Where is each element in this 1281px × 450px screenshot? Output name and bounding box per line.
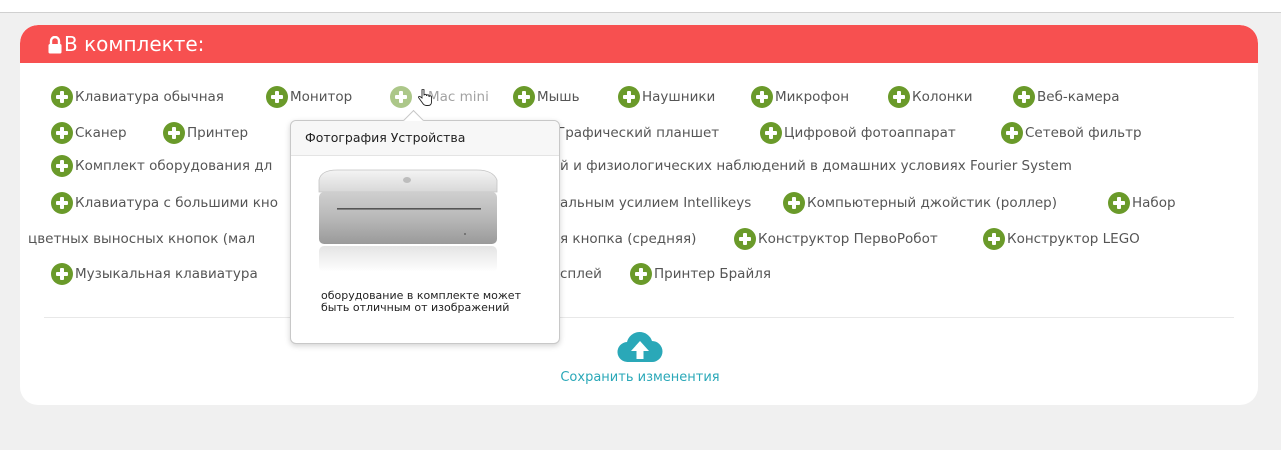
cloud-upload-icon xyxy=(617,330,663,368)
item-label-graphics-tablet[interactable]: Графический планшет xyxy=(557,125,719,141)
save-changes-label: Сохранить изменентия xyxy=(560,370,720,385)
item-label: Клавиатура обычная xyxy=(75,89,224,105)
item-label: Микрофон xyxy=(775,89,850,105)
plus-circle-icon xyxy=(51,155,73,177)
popover-note: оборудование в комплекте может быть отли… xyxy=(321,289,521,314)
add-item-braille-printer[interactable]: Принтер Брайля xyxy=(630,262,771,286)
item-label: Монитор xyxy=(290,89,353,105)
add-item-speakers[interactable]: Колонки xyxy=(888,85,973,109)
item-label-button-set-tail[interactable]: цветных выносных кнопок (мал xyxy=(28,231,255,247)
item-label: Сканер xyxy=(75,125,127,141)
item-label: Колонки xyxy=(912,89,973,105)
add-item-keyboard[interactable]: Клавиатура обычная xyxy=(51,85,224,109)
top-bar xyxy=(0,0,1281,13)
add-item-microphone[interactable]: Микрофон xyxy=(751,85,849,109)
popover-title: Фотография Устройства xyxy=(291,121,559,156)
add-item-button-set[interactable]: Набор xyxy=(1108,191,1176,215)
add-item-joystick[interactable]: Компьютерный джойстик (роллер) xyxy=(783,191,1057,215)
save-changes-button[interactable]: Сохранить изменентия xyxy=(540,330,740,385)
equipment-list: Клавиатура обычная Монитор Mac mini Мышь… xyxy=(20,25,1258,325)
plus-circle-icon xyxy=(983,228,1005,250)
divider xyxy=(44,317,1234,318)
plus-circle-icon xyxy=(618,86,640,108)
add-item-lego[interactable]: Конструктор LEGO xyxy=(983,227,1140,251)
add-item-large-keys-keyboard[interactable]: Клавиатура с большими кно xyxy=(51,191,278,215)
item-label: Конструктор ПервоРобот xyxy=(758,231,938,247)
item-label: Принтер xyxy=(187,125,249,141)
item-label: Конструктор LEGO xyxy=(1007,231,1140,247)
equipment-card: В комплекте: Клавиатура обычная Монитор … xyxy=(20,25,1258,405)
add-item-power-filter[interactable]: Сетевой фильтр xyxy=(1001,121,1142,145)
add-item-scanner[interactable]: Сканер xyxy=(51,121,127,145)
plus-circle-icon xyxy=(1108,192,1130,214)
add-item-mac-mini[interactable]: Mac mini xyxy=(390,85,489,109)
plus-circle-icon xyxy=(1001,122,1023,144)
plus-circle-icon xyxy=(390,86,412,108)
device-photo xyxy=(307,166,545,278)
add-item-printer[interactable]: Принтер xyxy=(163,121,248,145)
plus-circle-icon xyxy=(51,263,73,285)
plus-circle-icon xyxy=(1013,86,1035,108)
item-label-fourier-tail[interactable]: й и физиологических наблюдений в домашни… xyxy=(560,158,1072,174)
item-label: Мышь xyxy=(537,89,580,105)
item-label: Цифровой фотоаппарат xyxy=(784,125,956,141)
hand-cursor-icon xyxy=(417,88,433,107)
add-item-music-keyboard[interactable]: Музыкальная клавиатура xyxy=(51,262,258,286)
add-item-webcam[interactable]: Веб-камера xyxy=(1013,85,1120,109)
popover-body: оборудование в комплекте может быть отли… xyxy=(291,156,559,324)
item-label: Сетевой фильтр xyxy=(1025,125,1142,141)
plus-circle-icon xyxy=(734,228,756,250)
device-photo-popover: Фотография Устройства оборудование в ком… xyxy=(290,109,560,344)
add-item-headphones[interactable]: Наушники xyxy=(618,85,715,109)
add-item-fourier-kit[interactable]: Комплект оборудования дл xyxy=(51,154,272,178)
plus-circle-icon xyxy=(751,86,773,108)
item-label: Комплект оборудования дл xyxy=(75,158,273,174)
item-label: Компьютерный джойстик (роллер) xyxy=(807,195,1057,211)
item-label: Набор xyxy=(1132,195,1176,211)
plus-circle-icon xyxy=(51,86,73,108)
plus-circle-icon xyxy=(51,192,73,214)
item-label: Наушники xyxy=(642,89,716,105)
item-label-medium-button[interactable]: я кнопка (средняя) xyxy=(560,231,696,247)
item-label: Веб-камера xyxy=(1037,89,1120,105)
plus-circle-icon xyxy=(760,122,782,144)
plus-circle-icon xyxy=(888,86,910,108)
item-label: Музыкальная клавиатура xyxy=(75,266,258,282)
plus-circle-icon xyxy=(266,86,288,108)
item-label-intellikeys-tail[interactable]: альным усилием Intellikeys xyxy=(560,195,751,211)
plus-circle-icon xyxy=(783,192,805,214)
plus-circle-icon xyxy=(630,263,652,285)
plus-circle-icon xyxy=(513,86,535,108)
add-item-pervorobot[interactable]: Конструктор ПервоРобот xyxy=(734,227,938,251)
item-label: Клавиатура с большими кно xyxy=(75,195,278,211)
plus-circle-icon xyxy=(163,122,185,144)
item-label-display-tail[interactable]: сплей xyxy=(560,266,602,282)
add-item-digital-camera[interactable]: Цифровой фотоаппарат xyxy=(760,121,956,145)
item-label: Принтер Брайля xyxy=(654,266,771,282)
add-item-mouse[interactable]: Мышь xyxy=(513,85,580,109)
plus-circle-icon xyxy=(51,122,73,144)
add-item-monitor[interactable]: Монитор xyxy=(266,85,352,109)
